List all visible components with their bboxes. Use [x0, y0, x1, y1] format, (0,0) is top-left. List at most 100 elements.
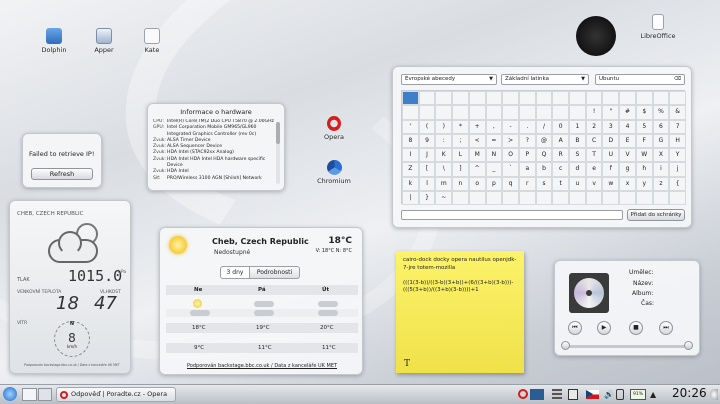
refresh-button[interactable]: Refresh [31, 168, 93, 180]
station-credit[interactable]: Podporován backstage.bbc.co.uk / Data z … [16, 363, 128, 367]
desktop-icon-opera[interactable]: Opera [312, 116, 356, 141]
character-cell[interactable] [552, 190, 570, 205]
character-cell[interactable]: ( [418, 119, 436, 134]
character-cell[interactable]: a [518, 162, 536, 177]
stop-button[interactable]: ■ [629, 321, 643, 335]
character-cell[interactable]: 9 [418, 133, 436, 148]
character-cell[interactable]: s [535, 176, 553, 191]
character-cell[interactable] [569, 91, 586, 106]
desktop-icon-libreoffice[interactable]: LibreOffice [636, 14, 680, 40]
character-cell[interactable] [518, 190, 536, 205]
stack-icon[interactable] [552, 389, 562, 400]
character-cell[interactable]: u [569, 176, 586, 191]
character-cell[interactable]: k [402, 176, 419, 191]
character-cell[interactable] [485, 105, 503, 120]
seek-slider[interactable] [565, 345, 685, 348]
character-cell[interactable] [485, 91, 503, 106]
character-cell[interactable] [518, 105, 536, 120]
character-cell[interactable]: F [635, 133, 653, 148]
battery-status[interactable]: 91% [630, 389, 646, 400]
character-cell[interactable] [468, 91, 486, 106]
sticky-note-widget[interactable]: cairo-dock docky opera nautilus openjdk-… [396, 251, 524, 373]
character-cell[interactable]: ) [435, 119, 453, 134]
character-cell[interactable] [502, 190, 519, 205]
desktop-switcher[interactable] [22, 388, 52, 401]
character-cell[interactable]: # [619, 105, 636, 120]
character-cell[interactable]: > [502, 133, 519, 148]
usb-icon[interactable] [616, 389, 624, 400]
character-cell[interactable]: \ [435, 162, 453, 177]
character-cell[interactable]: @ [535, 133, 553, 148]
character-cell[interactable] [452, 190, 469, 205]
character-cell[interactable]: g [619, 162, 636, 177]
desktop-icon-kate[interactable]: Kate [130, 28, 174, 54]
character-cell[interactable]: | [402, 190, 419, 205]
character-cell[interactable]: w [602, 176, 620, 191]
character-cell[interactable]: % [652, 105, 670, 120]
character-cell[interactable] [585, 91, 603, 106]
character-cell[interactable]: p [485, 176, 503, 191]
play-button[interactable]: ▶ [597, 321, 611, 335]
character-cell[interactable]: 7 [669, 119, 686, 134]
character-cell[interactable]: 3 [602, 119, 620, 134]
character-cell[interactable] [619, 91, 636, 106]
character-cell[interactable] [635, 190, 653, 205]
character-cell[interactable]: : [435, 133, 453, 148]
tab-details[interactable]: Podrobnosti [250, 266, 300, 279]
character-cell[interactable]: X [652, 148, 670, 163]
previous-button[interactable]: ⏮ [568, 321, 582, 335]
add-to-clipboard-button[interactable]: Přidat do schránky [627, 209, 685, 221]
character-cell[interactable] [585, 190, 603, 205]
character-cell[interactable] [602, 91, 620, 106]
character-cell[interactable] [402, 91, 419, 106]
character-cell[interactable]: [ [418, 162, 436, 177]
character-cell[interactable]: e [585, 162, 603, 177]
character-cell[interactable]: 1 [569, 119, 586, 134]
character-cell[interactable]: + [468, 119, 486, 134]
character-cell[interactable]: 4 [619, 119, 636, 134]
character-cell[interactable]: W [635, 148, 653, 163]
character-cell[interactable]: & [669, 105, 686, 120]
opera-tray-icon[interactable] [518, 389, 528, 399]
character-cell[interactable] [552, 91, 570, 106]
character-cell[interactable]: R [552, 148, 570, 163]
block-select[interactable]: Evropské abecedy ▼ [401, 74, 497, 85]
character-cell[interactable]: L [452, 148, 469, 163]
next-button[interactable]: ⏭ [659, 321, 673, 335]
character-cell[interactable] [552, 105, 570, 120]
character-cell[interactable]: T [585, 148, 603, 163]
character-cell[interactable]: V [619, 148, 636, 163]
character-cell[interactable]: M [468, 148, 486, 163]
desktop-icon-chromium[interactable]: Chromium [312, 160, 356, 185]
character-cell[interactable]: = [485, 133, 503, 148]
forecast-credit[interactable]: Podporován backstage.bbc.co.uk / Data z … [164, 363, 360, 369]
character-cell[interactable]: ' [402, 119, 419, 134]
character-cell[interactable]: $ [635, 105, 653, 120]
character-cell[interactable]: E [619, 133, 636, 148]
character-cell[interactable]: ! [585, 105, 603, 120]
character-cell[interactable]: t [552, 176, 570, 191]
character-cell[interactable]: y [635, 176, 653, 191]
character-cell[interactable] [535, 105, 553, 120]
character-cell[interactable]: D [602, 133, 620, 148]
character-cell[interactable]: f [602, 162, 620, 177]
character-cell[interactable]: 8 [402, 133, 419, 148]
character-cell[interactable] [652, 190, 670, 205]
character-cell[interactable] [569, 105, 586, 120]
character-cell[interactable]: _ [485, 162, 503, 177]
text-format-icon[interactable]: T [404, 359, 410, 369]
expand-tray-icon[interactable]: ▲ [650, 388, 662, 401]
character-cell[interactable]: { [669, 176, 686, 191]
character-cell[interactable]: 0 [552, 119, 570, 134]
character-cell[interactable] [485, 190, 503, 205]
character-cell[interactable]: x [619, 176, 636, 191]
character-cell[interactable] [502, 91, 519, 106]
character-cell[interactable]: * [452, 119, 469, 134]
character-cell[interactable]: ? [518, 133, 536, 148]
character-cell[interactable]: b [535, 162, 553, 177]
character-cell[interactable]: h [635, 162, 653, 177]
character-cell[interactable] [602, 190, 620, 205]
character-cell[interactable] [635, 91, 653, 106]
character-cell[interactable]: I [402, 148, 419, 163]
character-cell[interactable]: z [652, 176, 670, 191]
